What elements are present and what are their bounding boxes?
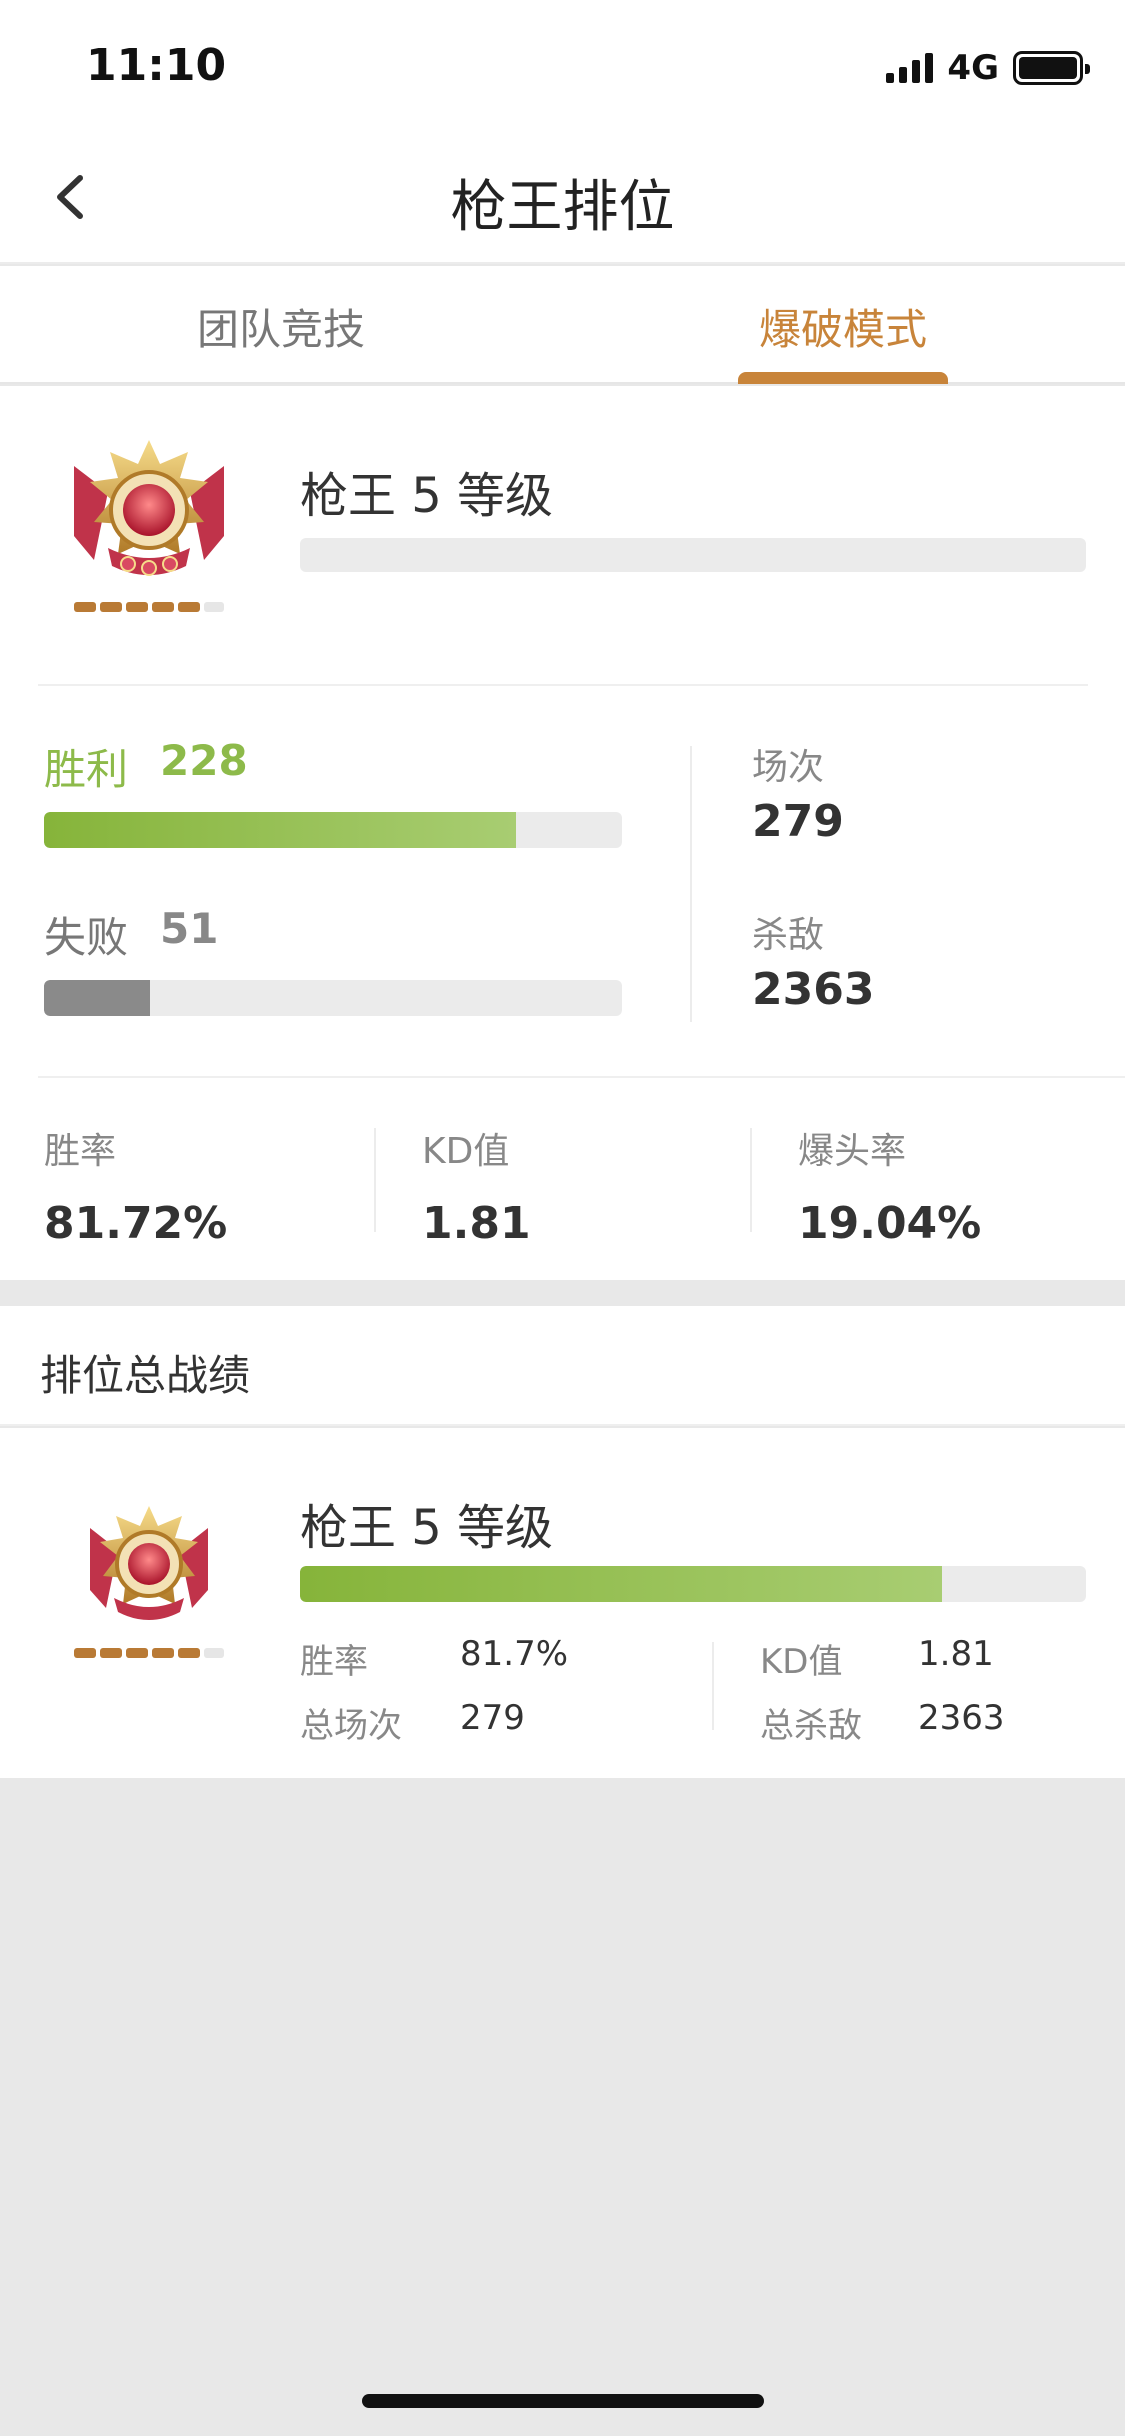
overall-win-rate-label: 胜率 [300, 1642, 368, 1682]
win-count: 228 [160, 736, 248, 785]
win-progress-fill [44, 812, 517, 848]
battery-icon [1013, 51, 1090, 85]
active-tab-indicator [738, 372, 948, 384]
kills-label: 杀敌 [752, 915, 825, 956]
status-time: 11:10 [86, 40, 227, 91]
divider [374, 1128, 376, 1232]
tab-demolition-mode[interactable]: 爆破模式 [562, 296, 1124, 357]
network-type: 4G [947, 48, 999, 88]
status-bar: 11:10 4G [0, 0, 1125, 132]
rank-title: 枪王 5 等级 [300, 468, 554, 524]
win-rate-value: 81.72% [44, 1198, 228, 1249]
kd-value: 1.81 [422, 1198, 531, 1249]
overall-total-matches-label: 总场次 [300, 1706, 402, 1746]
win-label: 胜利 [44, 745, 129, 794]
win-progress-bar [44, 812, 622, 848]
headshot-rate-metric: 爆头率 19.04% [798, 1122, 981, 1249]
divider [690, 746, 692, 1022]
loss-progress-bar [44, 980, 622, 1016]
kills-count: 2363 [752, 964, 875, 1015]
divider [750, 1128, 752, 1232]
loss-count: 51 [160, 904, 219, 953]
divider [712, 1642, 714, 1730]
overall-total-matches-value: 279 [460, 1698, 525, 1738]
tab-team-battle[interactable]: 团队竞技 [0, 296, 562, 357]
headshot-rate-label: 爆头率 [798, 1131, 907, 1172]
overall-record-card[interactable]: 枪王 5 等级 胜率 81.7% 总场次 279 KD值 1.81 总杀敌 23… [0, 1428, 1125, 1778]
divider [38, 684, 1088, 686]
matches-label: 场次 [752, 747, 825, 788]
rank-badge-icon [68, 436, 230, 616]
kd-metric: KD值 1.81 [422, 1122, 531, 1249]
rank-section: 枪王 5 等级 [0, 386, 1125, 686]
overall-total-kills-value: 2363 [918, 1698, 1005, 1738]
nav-bar: 枪王排位 [0, 132, 1125, 264]
divider [38, 1076, 1125, 1078]
page-title: 枪王排位 [450, 175, 675, 240]
overall-total-kills-label: 总杀敌 [760, 1706, 862, 1746]
rank-progress-bar [300, 538, 1086, 572]
overall-kd-value: 1.81 [918, 1634, 994, 1674]
kd-label: KD值 [422, 1131, 510, 1172]
loss-label: 失败 [44, 913, 129, 962]
loss-progress-fill [44, 980, 150, 1016]
win-rate-metric: 胜率 81.72% [44, 1122, 227, 1249]
overall-rank-title: 枪王 5 等级 [300, 1500, 554, 1556]
overall-kd-label: KD值 [760, 1642, 843, 1682]
signal-icon [886, 53, 934, 83]
rank-badge-icon [68, 1498, 230, 1668]
overall-progress-bar [300, 1566, 1086, 1602]
overall-progress-fill [300, 1566, 943, 1602]
home-indicator [362, 2394, 764, 2408]
overall-record-title: 排位总战绩 [40, 1351, 251, 1400]
mode-tabs: 团队竞技 爆破模式 [0, 266, 1125, 384]
win-rate-label: 胜率 [44, 1131, 117, 1172]
matches-count: 279 [752, 796, 844, 847]
headshot-rate-value: 19.04% [798, 1198, 982, 1249]
overall-record-header: 排位总战绩 [0, 1306, 1125, 1426]
status-indicators: 4G [886, 48, 1090, 88]
overall-win-rate-value: 81.7% [460, 1634, 569, 1674]
rank-stats-card: 枪王 5 等级 胜利 228 失败 51 场次 279 杀敌 2363 胜率 8… [0, 386, 1125, 1280]
